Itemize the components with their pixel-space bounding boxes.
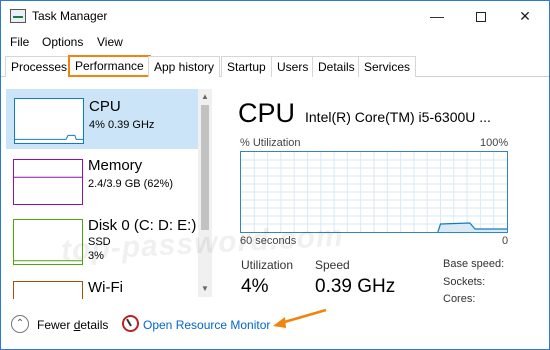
memory-thumbnail-line xyxy=(14,176,82,178)
speed-value: 0.39 GHz xyxy=(315,276,396,297)
page-title: CPU xyxy=(238,98,296,128)
disk-thumbnail-graph xyxy=(13,219,83,265)
memory-thumbnail-graph xyxy=(13,159,83,205)
sidebar-item-disk[interactable]: Disk 0 (C: D: E:) SSD 3% xyxy=(6,211,202,271)
close-icon: ✕ xyxy=(519,8,531,24)
resource-list: CPU 4% 0.39 GHz Memory 2.4/3.9 GB (62%) … xyxy=(6,87,216,299)
open-resource-monitor-link[interactable]: Open Resource Monitor xyxy=(143,318,270,332)
cpu-thumbnail-line xyxy=(15,134,83,140)
cpu-details-panel: CPU Intel(R) Core(TM) i5-6300U ... % Uti… xyxy=(223,87,549,303)
menu-bar: File Options View xyxy=(1,32,549,52)
tab-users[interactable]: Users xyxy=(271,56,315,77)
tab-services[interactable]: Services xyxy=(358,56,417,77)
fewer-details-text-a: Fewer xyxy=(37,318,74,332)
cpu-utilization-graph xyxy=(240,151,508,233)
sidebar-item-label: CPU xyxy=(89,98,121,115)
fewer-details-button[interactable]: Fewer details xyxy=(37,318,108,332)
title-bar: Task Manager — ✕ xyxy=(1,1,549,31)
window-title: Task Manager xyxy=(32,9,108,23)
cores-label: Cores: xyxy=(443,293,476,303)
sidebar-item-label: Memory xyxy=(88,157,143,174)
utilization-label: Utilization xyxy=(241,258,294,272)
sidebar-item-detail: 2.4/3.9 GB (62%) xyxy=(88,178,173,190)
scroll-up-icon[interactable]: ▲ xyxy=(198,91,212,103)
cpu-utilization-plot xyxy=(241,152,507,232)
sidebar-item-wifi[interactable]: Wi-Fi xyxy=(6,273,202,299)
maximize-button[interactable] xyxy=(459,1,503,31)
chevron-up-icon[interactable]: ⌃ xyxy=(11,315,29,333)
base-speed-label: Base speed: xyxy=(443,258,505,270)
cpu-thumbnail-graph xyxy=(14,98,84,144)
graph-x-left-label: 60 seconds xyxy=(240,235,297,247)
cpu-model-name: Intel(R) Core(TM) i5-6300U ... xyxy=(305,109,491,125)
tab-details[interactable]: Details xyxy=(312,56,361,77)
sidebar-item-memory[interactable]: Memory 2.4/3.9 GB (62%) xyxy=(6,151,202,211)
menu-view[interactable]: View xyxy=(97,35,123,49)
scroll-down-icon[interactable]: ▼ xyxy=(198,283,212,295)
annotation-arrow-icon xyxy=(273,308,327,328)
minimize-button[interactable]: — xyxy=(415,1,459,31)
sidebar-item-detail: 4% 0.39 GHz xyxy=(89,119,155,131)
wifi-thumbnail-graph xyxy=(13,281,83,299)
utilization-value: 4% xyxy=(241,276,269,297)
task-manager-window: Task Manager — ✕ File Options View Proce… xyxy=(0,0,550,350)
tab-startup[interactable]: Startup xyxy=(221,56,272,77)
sidebar-item-detail-2: 3% xyxy=(88,250,104,262)
task-manager-app-icon xyxy=(10,9,26,23)
tab-processes[interactable]: Processes xyxy=(5,56,74,77)
close-button[interactable]: ✕ xyxy=(503,1,547,31)
sockets-label: Sockets: xyxy=(443,276,486,288)
sidebar-scrollbar[interactable]: ▲ ▼ xyxy=(198,89,212,297)
maximize-icon xyxy=(476,12,486,23)
speed-label: Speed xyxy=(315,258,350,272)
sidebar-item-label: Wi-Fi xyxy=(88,279,123,296)
resource-monitor-icon[interactable] xyxy=(122,315,139,332)
sidebar-item-cpu[interactable]: CPU 4% 0.39 GHz xyxy=(6,89,202,149)
disk-thumbnail-line xyxy=(14,260,82,262)
tab-app-history[interactable]: App history xyxy=(148,56,221,77)
sidebar-item-detail: SSD xyxy=(88,236,111,248)
scroll-thumb[interactable] xyxy=(201,105,209,230)
menu-options[interactable]: Options xyxy=(42,35,83,49)
graph-x-right-label: 0 xyxy=(502,235,509,247)
tab-performance[interactable]: Performance xyxy=(68,55,151,77)
graph-y-max-label: 100% xyxy=(480,137,509,149)
sidebar-item-label: Disk 0 (C: D: E:) xyxy=(88,217,197,234)
graph-y-label: % Utilization xyxy=(240,137,301,149)
minimize-icon: — xyxy=(430,8,444,24)
tab-bar: Processes Performance App history Startu… xyxy=(1,55,549,77)
menu-file[interactable]: File xyxy=(10,35,29,49)
fewer-details-text-b: etails xyxy=(80,318,109,332)
